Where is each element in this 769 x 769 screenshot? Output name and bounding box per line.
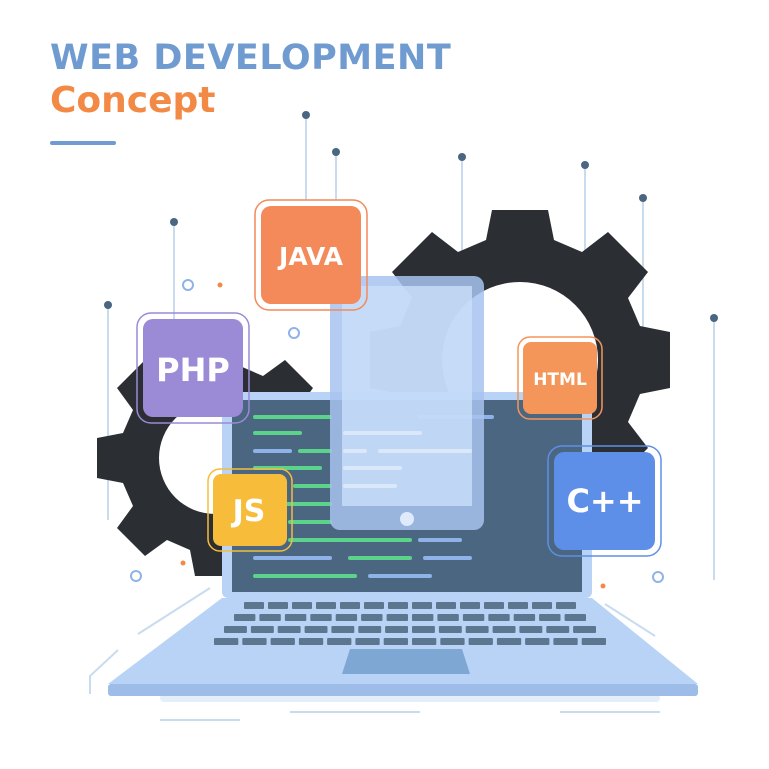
js-label: JS — [231, 494, 266, 529]
keyboard-key — [460, 602, 480, 609]
html-badge: HTML — [517, 336, 603, 420]
keyboard-key — [277, 626, 301, 633]
keyboard-key — [573, 626, 596, 633]
keyboard-key — [259, 614, 281, 621]
laptop-trackpad — [342, 649, 470, 674]
keyboard-key — [484, 602, 504, 609]
keyboard-key — [361, 614, 383, 621]
keyboard-key — [358, 626, 382, 633]
keyboard-key — [556, 602, 576, 609]
title-heading: WEB DEVELOPMENT — [50, 38, 452, 78]
php-badge: PHP — [136, 312, 250, 424]
keyboard-key — [437, 614, 459, 621]
keyboard-key — [412, 626, 435, 633]
keyboard-key — [331, 626, 355, 633]
keyboard-key — [564, 614, 586, 621]
illustration: JAVA PHP HTML JS C++ WEB DEVELOPMENT Con… — [0, 0, 769, 769]
keyboard-key — [364, 602, 384, 609]
keyboard-key — [385, 626, 408, 633]
keyboard-key — [268, 602, 288, 609]
html-label: HTML — [533, 370, 587, 390]
keyboard-key — [244, 602, 264, 609]
keyboard-key — [327, 638, 352, 645]
keyboard-key — [250, 626, 274, 633]
keyboard-key — [304, 626, 328, 633]
keyboard-key — [386, 614, 408, 621]
title-subheading: Concept — [50, 80, 216, 121]
keyboard-key — [224, 626, 247, 633]
keyboard-key — [383, 638, 408, 645]
keyboard-key — [513, 614, 536, 621]
keyboard-key — [508, 602, 528, 609]
keyboard-key — [214, 638, 239, 645]
cpp-badge: C++ — [547, 445, 662, 557]
keyboard-key — [438, 626, 462, 633]
keyboard-key — [412, 614, 434, 621]
keyboard-key — [388, 602, 408, 609]
keyboard-key — [519, 626, 543, 633]
keyboard-key — [316, 602, 336, 609]
laptop-base-front — [108, 684, 698, 696]
keyboard-key — [496, 638, 522, 645]
keyboard-key — [581, 638, 606, 645]
keyboard-key — [284, 614, 307, 621]
keyboard-key — [355, 638, 380, 645]
keyboard-key — [340, 602, 360, 609]
keyboard-key — [436, 602, 456, 609]
php-label: PHP — [156, 351, 230, 389]
title-underline — [50, 141, 116, 145]
keyboard-key — [412, 638, 437, 645]
keyboard-key — [492, 626, 516, 633]
keyboard-key — [310, 614, 332, 621]
tablet-icon — [330, 276, 484, 530]
keyboard-key — [525, 638, 550, 645]
java-badge: JAVA — [254, 199, 368, 311]
java-label: JAVA — [277, 242, 344, 271]
keyboard-key — [488, 614, 510, 621]
keyboard-key — [234, 614, 256, 621]
keyboard-key — [298, 638, 324, 645]
keyboard-key — [553, 638, 578, 645]
keyboard-key — [465, 626, 489, 633]
keyboard-key — [292, 602, 312, 609]
keyboard-key — [440, 638, 465, 645]
keyboard-key — [546, 626, 570, 633]
js-badge: JS — [207, 468, 293, 552]
keyboard-key — [539, 614, 561, 621]
keyboard-key — [270, 638, 295, 645]
cpp-label: C++ — [566, 482, 643, 520]
keyboard-key — [242, 638, 267, 645]
keyboard-key — [462, 614, 485, 621]
keyboard-key — [335, 614, 358, 621]
keyboard-key — [468, 638, 493, 645]
keyboard-key — [532, 602, 552, 609]
keyboard-key — [412, 602, 432, 609]
